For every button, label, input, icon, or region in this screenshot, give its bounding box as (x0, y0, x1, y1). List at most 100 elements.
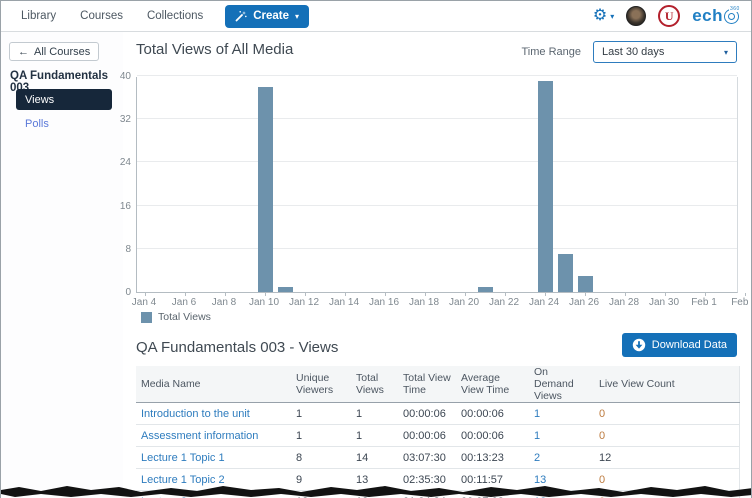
chart-x-axis-labels: Jan 4 Jan 6 Jan 8 Jan 10 Jan 12 Jan 14 Jan 16 J… (132, 297, 751, 309)
nav-library[interactable]: Library (21, 10, 56, 22)
media-name-cell: Lecture 1 Topic 1 (136, 446, 291, 469)
value-cell: 00:00:06 (456, 402, 529, 425)
table-row: Lecture 1 Topic 1 8 14 03:07:30 00:13:23 2 12 (136, 446, 739, 469)
create-button[interactable]: Create ▾ (225, 4, 310, 28)
x-tick-label: Jan 6 (171, 297, 197, 308)
media-link[interactable]: Lecture 1 Topic 1 (141, 452, 225, 464)
institution-logo[interactable]: U (658, 5, 681, 27)
sidebar-item-views[interactable]: Views (16, 89, 112, 110)
media-link[interactable]: Assessment information (141, 430, 258, 442)
y-tick-label: 16 (119, 200, 131, 212)
x-tick-mark (705, 293, 706, 296)
y-tick-label: 24 (119, 157, 131, 169)
all-courses-button[interactable]: ← All Courses (9, 42, 100, 61)
value-cell: 00:13:23 (456, 446, 529, 469)
table-row: Assessment information 1 1 00:00:06 00:00:06… (136, 424, 739, 447)
bar-jan-10[interactable] (257, 86, 273, 292)
column-header: Average View Time (456, 366, 529, 403)
value-cell: 00:00:06 (398, 402, 456, 425)
download-data-button[interactable]: Download Data (621, 333, 737, 357)
x-tick-label: Jan 26 (568, 297, 600, 308)
x-tick-mark (385, 293, 386, 296)
gridline (137, 204, 737, 206)
echo-logo-o-inner (728, 12, 735, 20)
x-tick-label: Jan 12 (288, 297, 320, 308)
echo-logo-o-ring: 360 (724, 5, 741, 24)
y-tick-label: 8 (125, 243, 131, 255)
gridline (137, 247, 737, 249)
x-tick-label: Jan 22 (488, 297, 520, 308)
x-tick-label: Jan 20 (448, 297, 480, 308)
chevron-down-icon: ▾ (610, 11, 615, 21)
chevron-down-icon: ▾ (723, 47, 728, 57)
time-range-group: Time Range Last 30 days ▾ (521, 41, 737, 63)
x-tick-mark (545, 293, 546, 296)
legend-swatch (141, 311, 152, 323)
column-header: Total View Time (398, 366, 456, 403)
x-tick-label: Jan 30 (648, 297, 680, 308)
bar-jan-11[interactable] (277, 286, 293, 292)
nav-courses[interactable]: Courses (80, 10, 123, 22)
nav-collections[interactable]: Collections (147, 10, 203, 22)
x-tick-label: Jan 24 (528, 297, 560, 308)
echo360-logo[interactable]: ech 360 (692, 5, 741, 26)
bar-jan-26[interactable] (577, 275, 593, 292)
media-name-cell: Assessment information (136, 424, 291, 447)
column-header: Total Views (351, 366, 398, 403)
chart-y-axis-labels: 0 8 16 24 32 40 (99, 71, 131, 298)
download-data-label: Download Data (651, 339, 727, 351)
views-table: Media Name Unique Viewers Total Views Total… (136, 366, 740, 498)
table-row: Introduction to the unit 1 1 00:00:06 00:00:… (136, 402, 739, 425)
chevron-down-icon: ▾ (295, 11, 300, 21)
x-tick-label: Jan 4 (131, 297, 157, 308)
back-arrow-icon: ← (18, 45, 29, 58)
value-cell: 14 (351, 446, 398, 469)
table-header-row: Media Name Unique Viewers Total Views Total… (136, 366, 739, 403)
x-tick-mark (425, 293, 426, 296)
x-tick-label: Feb 3 (731, 297, 751, 308)
value-cell: 2 (529, 446, 594, 469)
time-range-dropdown[interactable]: Last 30 days ▾ (593, 41, 737, 63)
gridline (137, 118, 737, 120)
column-header: On Demand Views (529, 366, 594, 403)
value-cell: 00:00:06 (456, 424, 529, 447)
value-cell: 1 (529, 402, 594, 425)
x-tick-mark (145, 293, 146, 296)
x-tick-label: Jan 10 (248, 297, 280, 308)
value-cell: 1 (351, 424, 398, 447)
time-range-label: Time Range (521, 46, 581, 58)
media-link[interactable]: Introduction to the unit (141, 408, 250, 420)
x-tick-mark (585, 293, 586, 296)
echo-logo-text: ech (692, 6, 723, 25)
value-cell: 8 (291, 446, 351, 469)
total-views-bar-chart (136, 75, 746, 296)
legend-label: Total Views (158, 311, 211, 323)
value-cell: 12 (594, 446, 739, 469)
bar-jan-25[interactable] (557, 254, 573, 292)
user-avatar[interactable] (626, 6, 647, 26)
gridline (137, 161, 737, 163)
settings-menu[interactable]: ⚙ ▾ (593, 8, 614, 24)
app-window: Library Courses Collections Create ▾ ⚙ ▾… (0, 0, 752, 498)
bar-jan-21[interactable] (477, 286, 493, 292)
page-title: Total Views of All Media (136, 41, 294, 58)
column-header: Live View Count (594, 366, 739, 403)
x-tick-label: Jan 18 (408, 297, 440, 308)
x-tick-mark (465, 293, 466, 296)
top-navbar: Library Courses Collections Create ▾ ⚙ ▾… (1, 1, 751, 32)
x-tick-mark (505, 293, 506, 296)
value-cell: 1 (291, 424, 351, 447)
value-cell: 0 (594, 402, 739, 425)
column-header: Media Name (136, 366, 291, 403)
x-tick-mark (185, 293, 186, 296)
x-tick-label: Jan 14 (328, 297, 360, 308)
sidebar-item-polls[interactable]: Polls (25, 118, 49, 130)
create-button-label: Create (253, 10, 290, 22)
x-tick-mark (345, 293, 346, 296)
time-range-value: Last 30 days (602, 46, 665, 58)
media-name-cell: Introduction to the unit (136, 402, 291, 425)
topbar-right-group: ⚙ ▾ U ech 360 (593, 5, 743, 27)
bar-jan-24[interactable] (537, 81, 553, 292)
column-header: Unique Viewers (291, 366, 351, 403)
value-cell: 0 (594, 424, 739, 447)
